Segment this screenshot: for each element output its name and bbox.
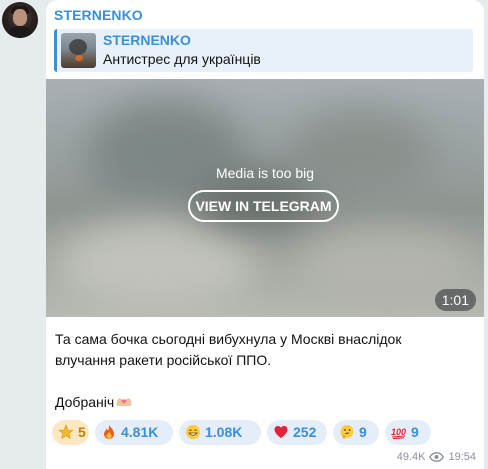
video-duration: 1:01 — [434, 289, 476, 311]
reaction-hundred[interactable]: 100 9 — [385, 420, 431, 445]
message-line: Добраніч — [55, 394, 115, 410]
message-line: влучання ракети російської ППО. — [55, 352, 272, 368]
reaction-star[interactable]: 5 — [52, 420, 89, 445]
message-footer: 49.4K 19:54 — [397, 451, 476, 463]
reaction-heart[interactable]: 252 — [267, 420, 327, 445]
thinking-icon — [339, 423, 355, 439]
message-bubble: STERNENKO STERNENKO Антистрес для україн… — [46, 0, 484, 469]
reply-author: STERNENKO — [103, 32, 191, 48]
eye-icon — [429, 452, 445, 462]
message-text: Та сама бочка сьогодні вибухнула у Москв… — [55, 329, 475, 414]
video-preview[interactable]: Media is too big VIEW IN TELEGRAM 1:01 — [46, 79, 484, 317]
media-too-big-label: Media is too big — [215, 165, 315, 181]
fire-icon — [101, 423, 117, 439]
heart-icon — [273, 423, 289, 439]
svg-text:100: 100 — [391, 427, 406, 437]
star-icon — [58, 423, 74, 440]
reaction-thinking[interactable]: 9 — [333, 420, 379, 445]
hundred-icon: 100 — [391, 423, 407, 440]
channel-name[interactable]: STERNENKO — [54, 7, 143, 23]
reply-thumbnail — [61, 33, 96, 68]
view-in-telegram-button[interactable]: VIEW IN TELEGRAM — [188, 190, 339, 222]
reply-preview[interactable]: STERNENKO Антистрес для українців — [54, 29, 473, 72]
message-time: 19:54 — [448, 451, 476, 463]
reaction-grin[interactable]: 1.08K — [179, 420, 261, 445]
heart-hands-icon — [115, 393, 133, 414]
message-line: Та сама бочка сьогодні вибухнула у Москв… — [55, 331, 402, 347]
reaction-fire[interactable]: 4.81K — [95, 420, 173, 445]
view-count: 49.4K — [396, 451, 426, 463]
grin-icon — [185, 423, 201, 439]
channel-avatar[interactable] — [2, 2, 38, 38]
reply-text: Антистрес для українців — [103, 51, 261, 67]
